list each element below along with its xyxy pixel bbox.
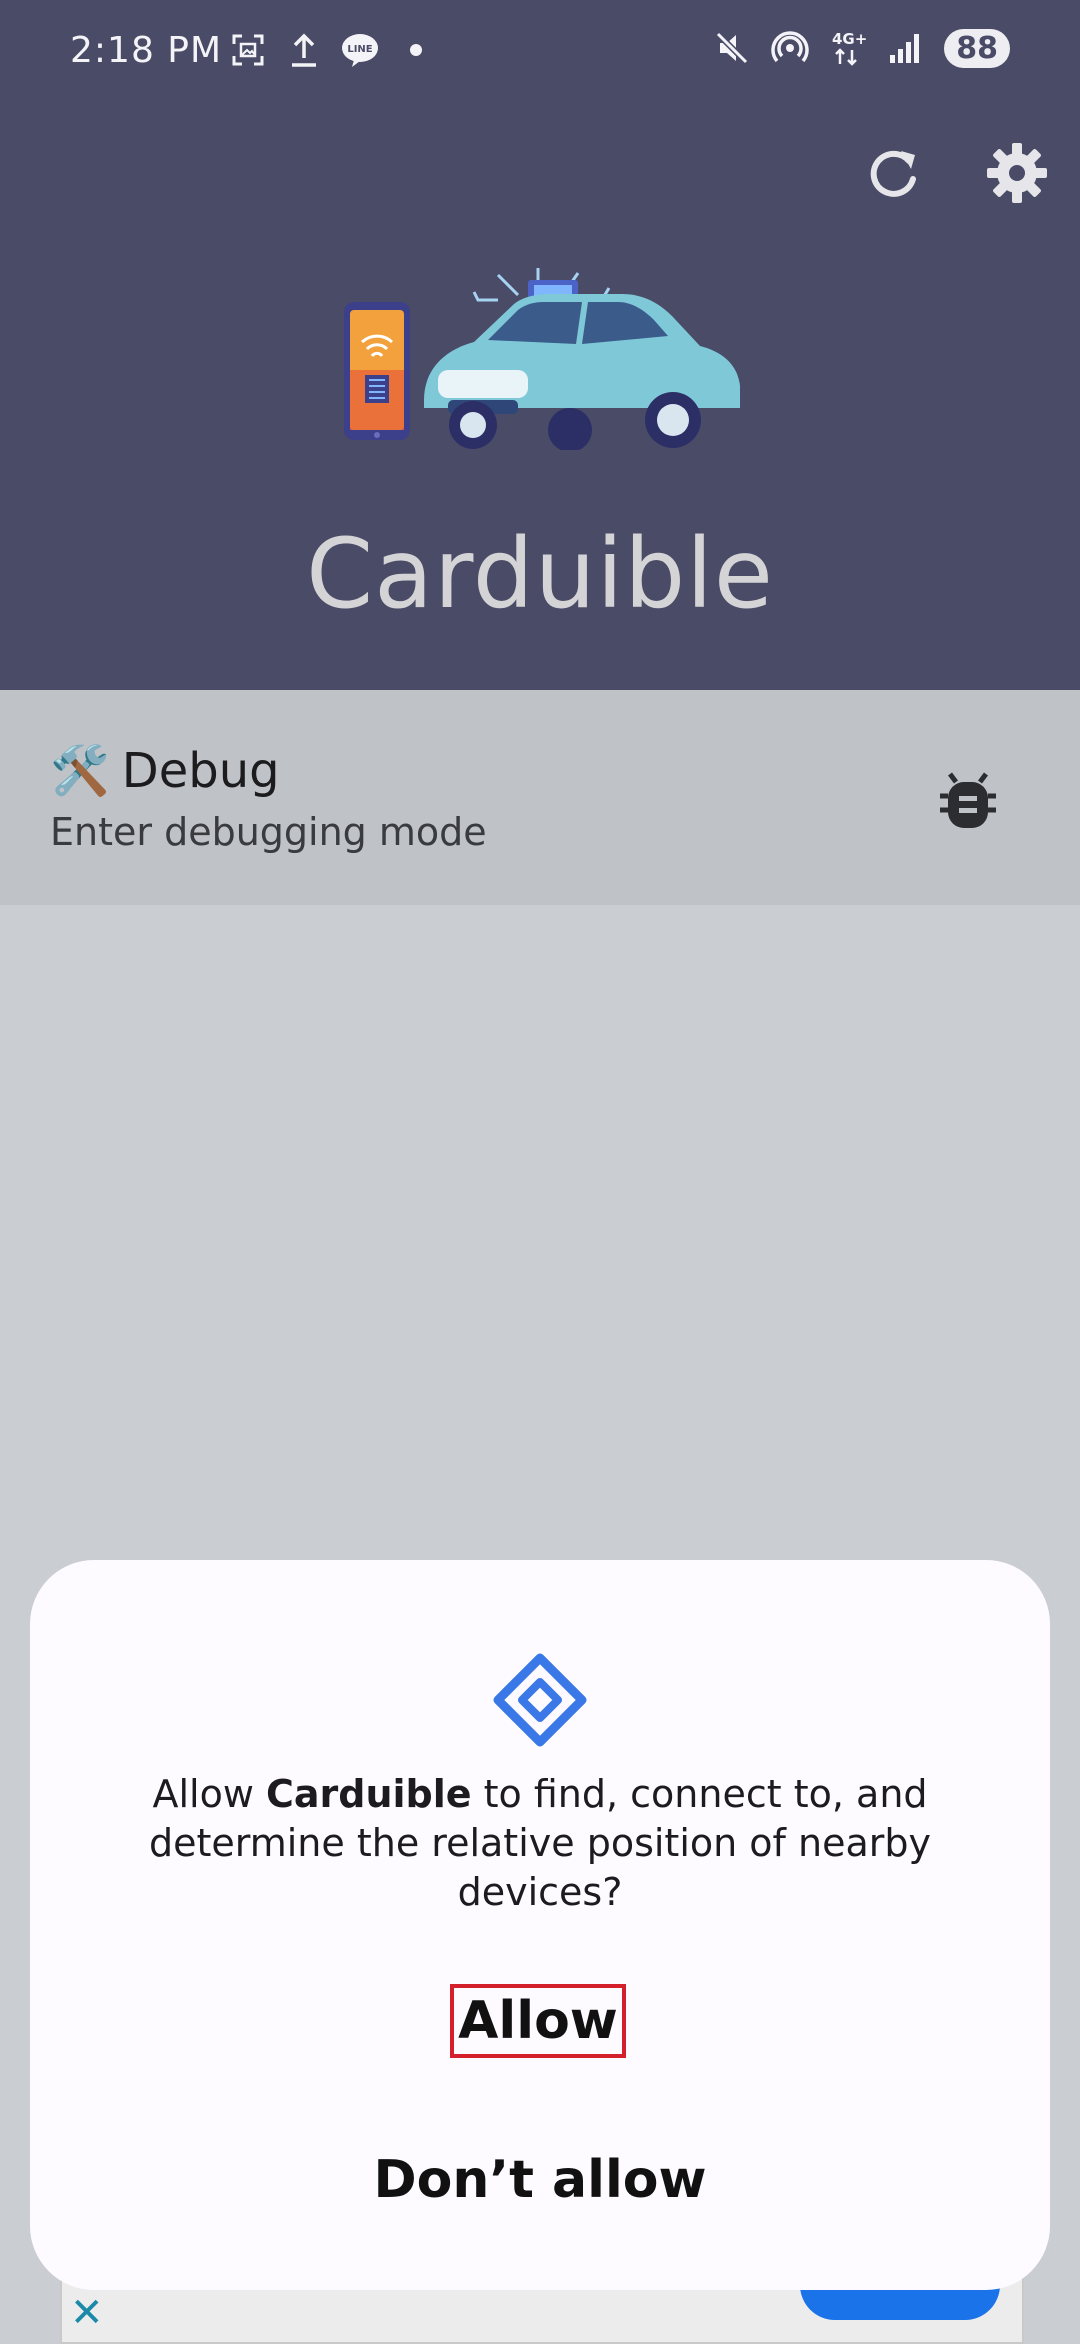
settings-button[interactable] (984, 140, 1050, 206)
mute-icon (712, 28, 752, 68)
svg-text:LINE: LINE (347, 44, 372, 55)
header-actions (862, 140, 1050, 206)
gear-icon (987, 143, 1047, 203)
network-4g-icon: 4G+ (828, 28, 868, 68)
dialog-message-prefix: Allow (152, 1772, 266, 1816)
line-app-icon: LINE (340, 30, 380, 70)
tools-emoji: 🛠️ (50, 743, 110, 799)
battery-indicator: 88 (944, 28, 1010, 68)
status-time: 2:18 PM (70, 30, 223, 71)
debug-subtitle: Enter debugging mode (50, 810, 487, 854)
hotspot-icon (770, 28, 810, 68)
screenshot-icon (228, 30, 268, 70)
allow-button[interactable]: Allow (450, 1984, 626, 2058)
refresh-button[interactable] (862, 140, 928, 206)
signal-icon (886, 28, 926, 68)
permission-dialog: Allow Carduible to find, connect to, and… (30, 1560, 1050, 2290)
svg-text:4G+: 4G+ (832, 30, 866, 48)
status-right-icons: 4G+ 88 (712, 28, 1010, 68)
app-header: 2:18 PM LINE 4G+ 88 Carduible (0, 0, 1080, 690)
dot-icon (396, 30, 436, 70)
bug-icon[interactable] (938, 768, 998, 832)
refresh-icon (870, 150, 916, 197)
app-title: Carduible (306, 518, 774, 630)
upload-icon (284, 30, 324, 70)
dont-allow-button[interactable]: Don’t allow (290, 2142, 790, 2218)
debug-title-label: Debug (121, 742, 280, 799)
dialog-app-name: Carduible (266, 1772, 472, 1816)
nearby-devices-icon (493, 1653, 587, 1747)
status-left-icons: LINE (228, 30, 436, 70)
status-bar: 2:18 PM LINE 4G+ 88 (0, 0, 1080, 110)
car-illustration (424, 294, 740, 450)
ad-close-icon[interactable]: ✕ (70, 2290, 104, 2336)
phone-illustration (344, 302, 410, 440)
debug-title: 🛠️ Debug (50, 742, 280, 800)
dialog-message: Allow Carduible to find, connect to, and… (110, 1770, 970, 1917)
hero-illustration (344, 268, 740, 450)
